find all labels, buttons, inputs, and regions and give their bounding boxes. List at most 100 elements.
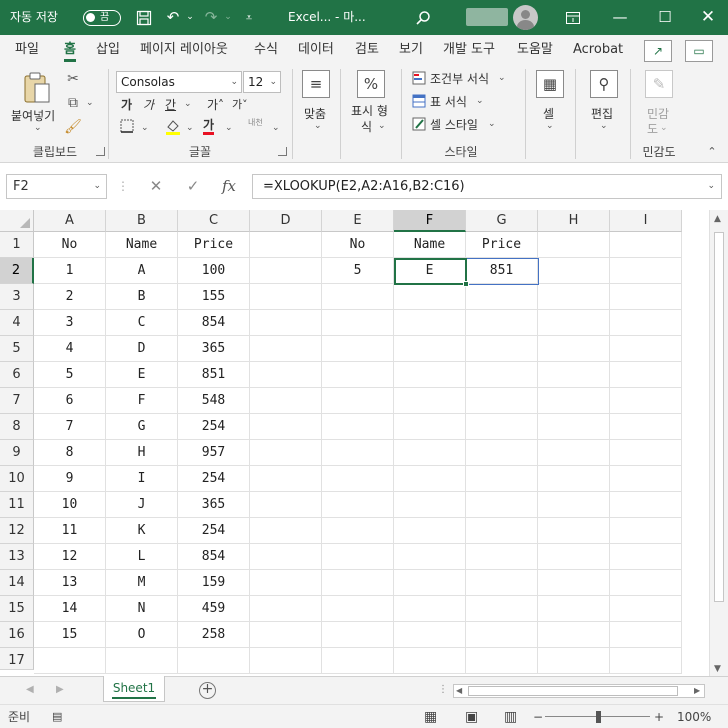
cell-style-dropdown-icon[interactable]: ⌄ — [488, 119, 496, 129]
cell-h3[interactable] — [538, 284, 610, 310]
collapse-ribbon-icon[interactable]: ⌃ — [704, 145, 720, 158]
vertical-scrollbar[interactable]: ▲ ▼ — [709, 210, 728, 676]
cell-f15[interactable] — [394, 596, 466, 622]
cell-c7[interactable]: 548 — [178, 388, 250, 414]
number-format-icon[interactable]: % — [357, 70, 385, 98]
cell-i10[interactable] — [610, 466, 682, 492]
cell-i8[interactable] — [610, 414, 682, 440]
row-header-13[interactable]: 13 — [0, 544, 34, 570]
normal-view-icon[interactable]: ▦ — [424, 705, 437, 728]
save-icon[interactable] — [134, 0, 154, 35]
page-break-view-icon[interactable]: ▥ — [504, 705, 517, 728]
paste-icon[interactable] — [20, 71, 54, 105]
cell-f12[interactable] — [394, 518, 466, 544]
cell-f5[interactable] — [394, 336, 466, 362]
cell-g11[interactable] — [466, 492, 538, 518]
enter-icon[interactable]: ✓ — [183, 174, 203, 199]
cell-i7[interactable] — [610, 388, 682, 414]
cell-a10[interactable]: 9 — [34, 466, 106, 492]
cell-i12[interactable] — [610, 518, 682, 544]
cut-icon[interactable]: ✂ — [64, 71, 82, 87]
accessibility-icon[interactable]: ▤ — [52, 705, 62, 728]
column-header-f[interactable]: F — [394, 210, 466, 232]
font-color-dropdown-icon[interactable]: ⌄ — [225, 123, 233, 133]
cell-a5[interactable]: 4 — [34, 336, 106, 362]
cell-style-icon[interactable] — [411, 117, 427, 135]
column-header-i[interactable]: I — [610, 210, 682, 232]
document-title[interactable]: Excel... - 마... — [288, 0, 366, 35]
row-header-17[interactable]: 17 — [0, 648, 34, 670]
cell-e12[interactable] — [322, 518, 394, 544]
cell-a6[interactable]: 5 — [34, 362, 106, 388]
cell-a3[interactable]: 2 — [34, 284, 106, 310]
cell-h4[interactable] — [538, 310, 610, 336]
column-header-e[interactable]: E — [322, 210, 394, 232]
cell-i4[interactable] — [610, 310, 682, 336]
cancel-icon[interactable]: ✕ — [146, 174, 166, 199]
cell-b7[interactable]: F — [106, 388, 178, 414]
cells-label[interactable]: 셀 — [543, 105, 554, 122]
row-header-8[interactable]: 8 — [0, 414, 34, 440]
cell-e8[interactable] — [322, 414, 394, 440]
cell-c11[interactable]: 365 — [178, 492, 250, 518]
cell-f9[interactable] — [394, 440, 466, 466]
cell-a4[interactable]: 3 — [34, 310, 106, 336]
cell-a8[interactable]: 7 — [34, 414, 106, 440]
horizontal-scrollbar[interactable]: ◀ ▶ — [453, 684, 705, 698]
cell-h12[interactable] — [538, 518, 610, 544]
tab-page-layout[interactable]: 페이지 레이아웃 — [140, 35, 228, 65]
cell-b3[interactable]: B — [106, 284, 178, 310]
cell-f4[interactable] — [394, 310, 466, 336]
shrink-font-button[interactable]: 가˅ — [232, 96, 248, 112]
underline-dropdown-icon[interactable]: ⌄ — [184, 99, 192, 109]
cell-g10[interactable] — [466, 466, 538, 492]
cell-c3[interactable]: 155 — [178, 284, 250, 310]
close-icon[interactable]: ✕ — [697, 0, 719, 35]
cell-a2[interactable]: 1 — [34, 258, 106, 284]
redo-icon[interactable]: ↷ — [200, 0, 222, 35]
editing-dropdown-icon[interactable]: ⌄ — [600, 121, 608, 131]
share-icon[interactable]: ↗ — [644, 40, 672, 62]
cell-h8[interactable] — [538, 414, 610, 440]
cell-c9[interactable]: 957 — [178, 440, 250, 466]
cell-d15[interactable] — [250, 596, 322, 622]
cell-i1[interactable] — [610, 232, 682, 258]
cell-a9[interactable]: 8 — [34, 440, 106, 466]
cell-a14[interactable]: 13 — [34, 570, 106, 596]
column-header-b[interactable]: B — [106, 210, 178, 232]
table-format-label[interactable]: 표 서식 — [430, 93, 467, 110]
cell-e9[interactable] — [322, 440, 394, 466]
tab-split-icon[interactable]: ⋮ — [438, 684, 448, 695]
cell-g12[interactable] — [466, 518, 538, 544]
tab-formulas[interactable]: 수식 — [254, 35, 278, 65]
ribbon-display-icon[interactable] — [563, 0, 583, 35]
cell-h9[interactable] — [538, 440, 610, 466]
cell-b14[interactable]: M — [106, 570, 178, 596]
cell-d9[interactable] — [250, 440, 322, 466]
undo-dropdown-icon[interactable]: ⌄ — [184, 0, 196, 35]
cell-c1[interactable]: Price — [178, 232, 250, 258]
minimize-icon[interactable]: — — [610, 0, 630, 35]
cell-h1[interactable] — [538, 232, 610, 258]
cell-g9[interactable] — [466, 440, 538, 466]
copy-dropdown-icon[interactable]: ⌄ — [86, 98, 94, 108]
table-format-dropdown-icon[interactable]: ⌄ — [476, 96, 484, 106]
row-header-5[interactable]: 5 — [0, 336, 34, 362]
column-header-h[interactable]: H — [538, 210, 610, 232]
cell-style-label[interactable]: 셀 스타일 — [430, 116, 478, 133]
row-header-6[interactable]: 6 — [0, 362, 34, 388]
tab-data[interactable]: 데이터 — [298, 35, 334, 65]
cell-d8[interactable] — [250, 414, 322, 440]
cell-f16[interactable] — [394, 622, 466, 648]
cell-b2[interactable]: A — [106, 258, 178, 284]
tab-insert[interactable]: 삽입 — [96, 35, 120, 65]
alignment-dropdown-icon[interactable]: ⌄ — [314, 121, 322, 131]
font-color-button[interactable]: 가 — [203, 118, 215, 135]
cell-e1[interactable]: No — [322, 232, 394, 258]
cell-g4[interactable] — [466, 310, 538, 336]
scroll-down-icon[interactable]: ▼ — [714, 664, 721, 674]
zoom-level[interactable]: 100% — [677, 705, 711, 728]
cell-b16[interactable]: O — [106, 622, 178, 648]
cell-i5[interactable] — [610, 336, 682, 362]
row-header-12[interactable]: 12 — [0, 518, 34, 544]
